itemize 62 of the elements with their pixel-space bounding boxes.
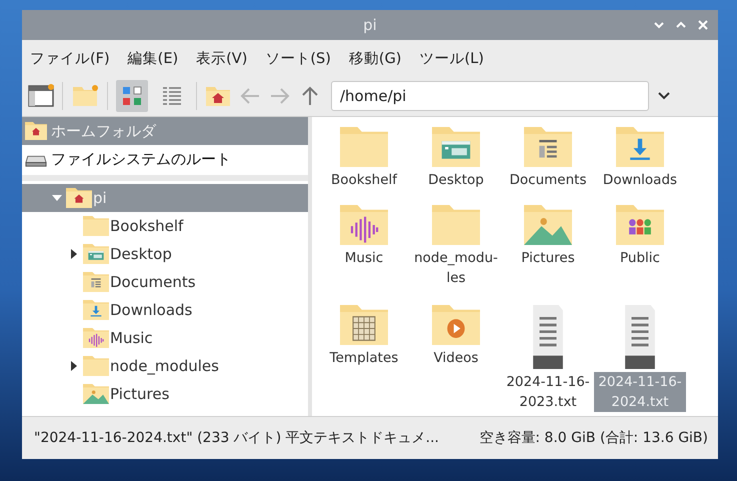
tree-item[interactable]: node_modules <box>22 352 308 380</box>
pictures-folder-icon <box>524 205 572 245</box>
icon-view-button[interactable] <box>116 80 148 112</box>
documents-folder-icon <box>83 272 109 292</box>
documents-folder-icon <box>524 127 572 167</box>
expanded-triangle-icon[interactable] <box>52 193 62 203</box>
tree-item[interactable]: Music <box>22 324 308 352</box>
tree-item[interactable]: Pictures <box>22 380 308 408</box>
folder-icon <box>83 216 109 236</box>
tree-item[interactable]: Desktop <box>22 240 308 268</box>
file-item[interactable]: Documents <box>503 170 593 190</box>
folder-icon <box>340 127 388 167</box>
desktop-folder-icon <box>432 127 480 167</box>
menu-item[interactable]: ツール(L) <box>419 48 484 68</box>
folder-icon <box>432 205 480 245</box>
new-window-icon[interactable] <box>28 84 54 108</box>
file-item[interactable]: Pictures <box>503 248 593 268</box>
collapsed-triangle-icon[interactable] <box>70 361 78 371</box>
music-folder-icon <box>340 205 388 245</box>
file-item[interactable]: node_modu-les <box>411 248 501 288</box>
downloads-folder-icon <box>616 127 664 167</box>
free-space-info: 空き容量: 8.0 GiB (合計: 13.6 GiB) <box>479 429 708 447</box>
close-icon[interactable] <box>698 20 708 30</box>
music-folder-icon <box>83 328 109 348</box>
tree-item[interactable]: Documents <box>22 268 308 296</box>
home-folder-icon <box>66 188 92 208</box>
desktop-folder-icon <box>83 244 109 264</box>
list-icon <box>161 85 183 107</box>
file-item[interactable]: Downloads <box>595 170 685 190</box>
home-folder-icon <box>25 122 47 140</box>
selection-info: "2024-11-16-2024.txt" (233 バイト) 平文テキストドキュメ... <box>34 429 439 447</box>
home-folder-icon[interactable] <box>205 85 231 107</box>
menu-item[interactable]: 編集(E) <box>128 48 178 68</box>
file-item[interactable]: 2024-11-16-2023.txt <box>503 372 593 412</box>
file-item[interactable]: Desktop <box>411 170 501 190</box>
downloads-folder-icon <box>83 300 109 320</box>
file-item[interactable]: Templates <box>319 348 409 368</box>
collapsed-triangle-icon[interactable] <box>70 249 78 259</box>
people-folder-icon <box>616 205 664 245</box>
folder-icon <box>83 356 109 376</box>
menu-item[interactable]: ソート(S) <box>265 48 331 68</box>
menu-item[interactable]: ファイル(F) <box>30 48 110 68</box>
tree-item[interactable]: Downloads <box>22 296 308 324</box>
window-title: pi <box>363 16 377 34</box>
place-item[interactable]: ファイルシステムのルート <box>22 145 308 173</box>
pictures-folder-icon <box>83 384 109 404</box>
menu-item[interactable]: 表示(V) <box>196 48 248 68</box>
file-item[interactable]: Bookshelf <box>319 170 409 190</box>
text-file-icon <box>531 305 565 369</box>
text-file-icon <box>623 305 657 369</box>
grid-folder-icon <box>340 305 388 345</box>
path-field[interactable]: /home/pi <box>331 81 649 111</box>
icon-grid-icon <box>121 85 143 107</box>
file-item[interactable]: Music <box>319 248 409 268</box>
play-folder-icon <box>432 305 480 345</box>
tree-item[interactable]: Bookshelf <box>22 212 308 240</box>
file-item[interactable]: Public <box>595 248 685 268</box>
minimize-icon[interactable] <box>654 20 664 30</box>
maximize-icon[interactable] <box>676 20 686 30</box>
menu-item[interactable]: 移動(G) <box>348 48 402 68</box>
dropdown-caret-icon[interactable] <box>657 91 671 101</box>
file-item[interactable]: Videos <box>411 348 501 368</box>
